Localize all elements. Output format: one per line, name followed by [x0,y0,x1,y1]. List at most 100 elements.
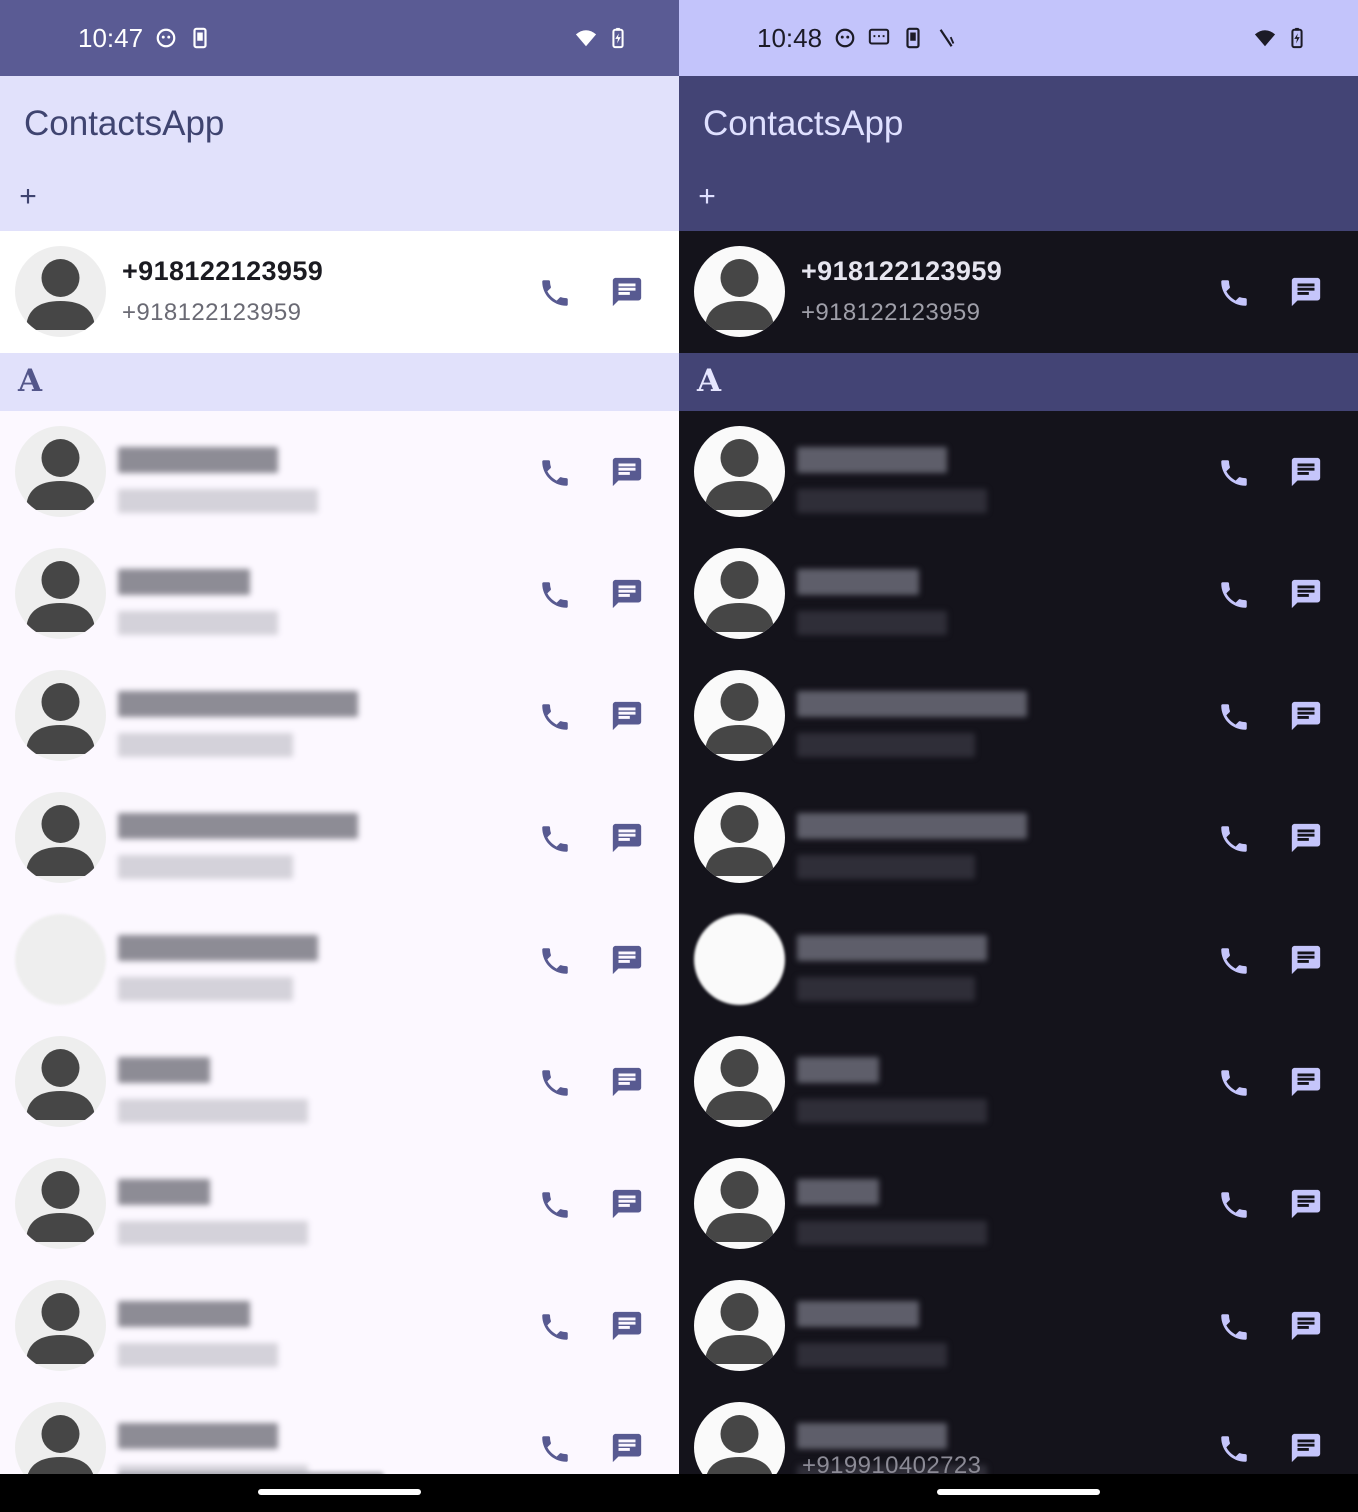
phone-icon[interactable] [538,276,572,310]
person-placeholder-icon [694,1036,785,1127]
phone-icon[interactable] [538,822,572,856]
person-placeholder-icon [694,1280,785,1371]
redacted-number [797,489,987,513]
redacted-number [797,733,975,757]
section-header: A [0,353,679,411]
app-bar: ContactsApp + [679,76,1358,231]
message-icon[interactable] [1289,1065,1323,1099]
contact-row[interactable] [0,1265,679,1387]
message-icon[interactable] [610,577,644,611]
home-handle[interactable] [258,1489,421,1495]
contact-row[interactable] [0,899,679,1021]
phone-icon[interactable] [1217,456,1251,490]
phone-status-icon [193,27,207,49]
message-icon[interactable] [1289,943,1323,977]
signal-slash-icon [939,29,955,47]
redacted-name [797,935,987,961]
message-icon[interactable] [610,1431,644,1465]
phone-icon[interactable] [1217,1310,1251,1344]
phone-icon[interactable] [1217,1188,1251,1222]
message-icon[interactable] [610,943,644,977]
message-icon[interactable] [1289,821,1323,855]
app-title: ContactsApp [24,104,225,143]
redacted-number [797,611,947,635]
phone-icon[interactable] [1217,1432,1251,1466]
redacted-number [118,1221,308,1245]
contact-row[interactable] [679,1143,1358,1265]
contact-row[interactable] [679,411,1358,533]
redacted-name [797,1301,919,1327]
phone-icon[interactable] [538,944,572,978]
message-icon[interactable] [1289,1431,1323,1465]
contact-number: +918122123959 [801,299,981,326]
contact-row[interactable] [679,1265,1358,1387]
redacted-number [118,489,318,513]
section-letter: A [697,363,722,399]
home-handle[interactable] [937,1489,1100,1495]
phone-icon[interactable] [1217,700,1251,734]
redacted-number [118,855,293,879]
phone-icon[interactable] [1217,578,1251,612]
person-placeholder-icon [15,1158,106,1249]
status-bar: 10:48 [679,0,1358,76]
phone-icon[interactable] [1217,944,1251,978]
phone-icon[interactable] [538,700,572,734]
phone-icon[interactable] [1217,822,1251,856]
add-contact-button[interactable]: + [16,182,40,212]
message-icon[interactable] [610,1065,644,1099]
message-icon[interactable] [1289,455,1323,489]
message-icon[interactable] [1289,275,1323,309]
pinned-contact-row[interactable]: +918122123959 +918122123959 [679,231,1358,353]
contact-row[interactable] [679,533,1358,655]
phone-icon[interactable] [538,1310,572,1344]
redacted-name [118,569,250,595]
app-title: ContactsApp [703,104,904,143]
status-time: 10:47 [78,22,144,53]
phone-icon[interactable] [538,578,572,612]
contact-row[interactable] [679,899,1358,1021]
contact-row[interactable] [679,1021,1358,1143]
contact-photo [15,914,106,1005]
person-placeholder-icon [694,246,785,337]
redacted-number [797,1099,987,1123]
person-placeholder-icon [15,1036,106,1127]
contact-row[interactable] [679,655,1358,777]
person-placeholder-icon [15,548,106,639]
message-icon[interactable] [610,1187,644,1221]
message-icon[interactable] [610,1309,644,1343]
person-placeholder-icon [15,426,106,517]
contact-name: +918122123959 [122,256,324,286]
message-icon[interactable] [1289,577,1323,611]
contact-list[interactable] [0,411,679,1509]
person-placeholder-icon [15,1280,106,1371]
contact-row[interactable] [679,777,1358,899]
light-theme-screen: 10:47 ContactsApp + +918122123959 +91812… [0,0,679,1512]
phone-icon[interactable] [538,1432,572,1466]
add-contact-button[interactable]: + [695,182,719,212]
message-icon[interactable] [610,455,644,489]
message-icon[interactable] [610,699,644,733]
message-icon[interactable] [610,275,644,309]
contact-row[interactable] [0,411,679,533]
navigation-bar [679,1474,1358,1512]
pinned-contact-row[interactable]: +918122123959 +918122123959 [0,231,679,353]
message-icon[interactable] [1289,699,1323,733]
redacted-name [797,691,1027,717]
message-icon[interactable] [610,821,644,855]
message-icon[interactable] [1289,1309,1323,1343]
app-bar: ContactsApp + [0,76,679,231]
phone-icon[interactable] [538,1066,572,1100]
phone-icon[interactable] [1217,276,1251,310]
person-placeholder-icon [694,426,785,517]
person-placeholder-icon [694,548,785,639]
phone-icon[interactable] [538,1188,572,1222]
contact-list[interactable] [679,411,1358,1509]
contact-row[interactable] [0,1021,679,1143]
phone-icon[interactable] [1217,1066,1251,1100]
contact-row[interactable] [0,1143,679,1265]
contact-row[interactable] [0,655,679,777]
message-icon[interactable] [1289,1187,1323,1221]
contact-row[interactable] [0,777,679,899]
phone-icon[interactable] [538,456,572,490]
contact-row[interactable] [0,533,679,655]
